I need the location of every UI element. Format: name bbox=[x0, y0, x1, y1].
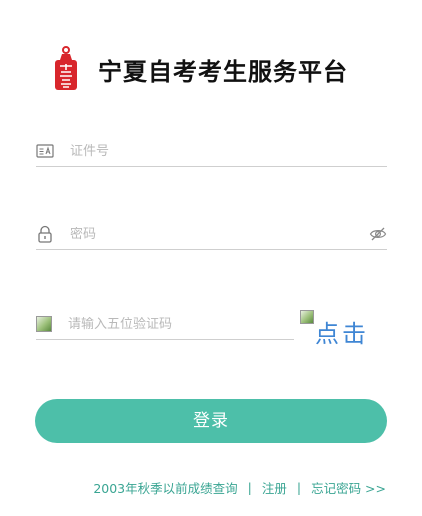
password-input[interactable] bbox=[70, 226, 369, 242]
forgot-password-link[interactable]: 忘记密码 >> bbox=[311, 478, 386, 497]
login-button[interactable]: 登录 bbox=[35, 399, 387, 443]
link-separator: | bbox=[296, 480, 302, 495]
page-title: 宁夏自考考生服务平台 bbox=[98, 57, 348, 86]
lock-icon bbox=[38, 225, 52, 243]
id-number-field bbox=[36, 136, 387, 167]
captcha-input[interactable] bbox=[68, 316, 294, 332]
score-query-link[interactable]: 2003年秋季以前成绩查询 bbox=[93, 478, 237, 497]
captcha-alt-text: 点击 bbox=[315, 320, 369, 348]
seal-stamp-icon bbox=[55, 46, 77, 90]
password-field bbox=[36, 219, 387, 250]
eye-off-icon[interactable] bbox=[369, 225, 387, 243]
header: 宁夏自考考生服务平台 bbox=[52, 44, 348, 94]
id-number-input[interactable] bbox=[70, 143, 387, 159]
link-separator: | bbox=[247, 480, 252, 495]
register-link[interactable]: 注册 bbox=[262, 478, 287, 497]
footer-links: 2003年秋季以前成绩查询 | 注册 | 忘记密码 >> bbox=[93, 478, 386, 497]
id-card-icon bbox=[36, 144, 54, 158]
broken-image-icon bbox=[300, 310, 314, 324]
captcha-field bbox=[36, 309, 294, 340]
captcha-image[interactable]: 点击 bbox=[300, 310, 386, 348]
broken-image-icon bbox=[36, 316, 52, 332]
